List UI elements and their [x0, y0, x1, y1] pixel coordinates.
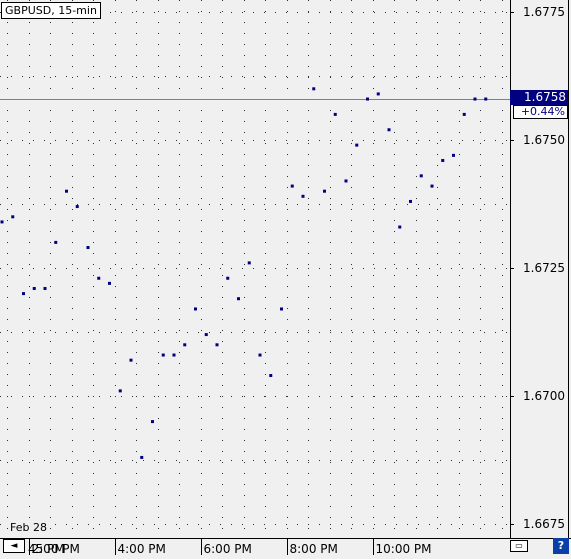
data-point [183, 343, 187, 347]
data-point [280, 307, 283, 311]
data-point [323, 189, 326, 193]
data-point [54, 240, 58, 244]
data-point [86, 246, 90, 250]
symbol-label: GBPUSD, 15-min [1, 2, 101, 19]
data-point [301, 194, 305, 198]
data-point [430, 184, 434, 188]
data-point [226, 276, 230, 280]
data-point [269, 374, 273, 378]
data-point [344, 179, 348, 183]
y-tick-label: 1.6775 [523, 5, 565, 19]
data-point [398, 225, 402, 229]
data-point [419, 174, 423, 178]
x-tick-label: 8:00 PM [290, 542, 338, 555]
data-point [140, 455, 144, 459]
chart-area[interactable]: 1.6775 1.6750 1.6725 1.6700 1.6675 45 PM 2:00 … [0, 0, 571, 556]
x-tick-label: 2:00 PM [32, 542, 80, 555]
data-point [366, 97, 369, 101]
x-axis-panel [0, 538, 571, 555]
data-point [290, 184, 294, 188]
data-point [409, 199, 412, 203]
data-point [0, 220, 4, 224]
data-point [247, 261, 251, 265]
data-point [32, 286, 36, 290]
data-point [22, 292, 25, 296]
y-tick-label: 1.6700 [523, 389, 565, 403]
data-point [204, 333, 208, 337]
data-point [237, 297, 240, 301]
data-point [43, 286, 47, 290]
data-point [312, 87, 316, 91]
data-point [11, 215, 15, 219]
chart-svg: 1.67751.67501.67251.67001.667545 PM2:00 … [0, 0, 571, 556]
data-point [118, 389, 122, 393]
data-point [333, 112, 337, 116]
current-price-badge: 1.6758 [510, 90, 568, 105]
data-point [473, 97, 477, 101]
change-percent-badge: +0.44% [513, 105, 568, 119]
scroll-left-button[interactable]: ◄ [3, 539, 25, 553]
data-point [462, 112, 466, 116]
help-button[interactable]: ? [553, 538, 569, 554]
plot-background [0, 0, 510, 538]
data-point [194, 307, 197, 311]
data-point [172, 353, 176, 357]
data-point [65, 189, 68, 193]
data-point [151, 420, 154, 424]
data-point [108, 281, 111, 285]
data-point [75, 205, 79, 209]
y-tick-label: 1.6725 [523, 261, 565, 275]
data-point [215, 343, 219, 347]
date-label: Feb 28 [10, 521, 47, 534]
y-tick-label: 1.6750 [523, 133, 565, 147]
data-point [452, 153, 455, 157]
data-point [161, 353, 165, 357]
data-point [129, 358, 133, 362]
data-point [97, 276, 101, 280]
x-tick-label: 6:00 PM [204, 542, 252, 555]
x-tick-label: 10:00 PM [376, 542, 432, 555]
link-icon[interactable]: ▭ [510, 540, 528, 552]
data-point [441, 158, 445, 162]
y-tick-label: 1.6675 [523, 517, 565, 531]
data-point [387, 128, 391, 132]
data-point [355, 143, 359, 147]
x-tick-label: 4:00 PM [118, 542, 166, 555]
data-point [258, 353, 262, 357]
data-point [484, 97, 488, 101]
data-point [376, 92, 380, 96]
